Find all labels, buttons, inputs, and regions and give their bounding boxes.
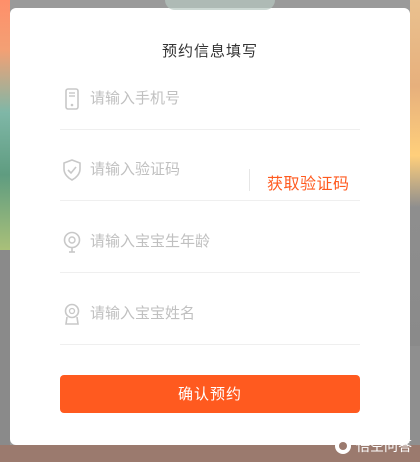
birthday-field: [60, 213, 360, 273]
background-left-bottom: [0, 250, 10, 462]
code-field: 获取验证码: [60, 141, 360, 201]
code-divider: [249, 169, 250, 191]
name-underline: [60, 344, 360, 345]
name-field: [60, 285, 360, 345]
phone-field: [60, 70, 360, 130]
watermark: 悟空问答: [335, 436, 412, 456]
code-underline: [60, 200, 360, 201]
background-left-top: [0, 0, 10, 250]
appointment-form-card: 预约信息填写 获取验证码: [10, 0, 410, 445]
birthday-input[interactable]: [90, 232, 270, 250]
wukong-logo-icon: [335, 438, 351, 454]
form-title: 预约信息填写: [161, 42, 258, 60]
name-input[interactable]: [90, 304, 270, 322]
phone-underline: [60, 129, 360, 130]
shield-check-icon: [63, 159, 81, 181]
birthday-underline: [60, 272, 360, 273]
phone-icon: [65, 88, 79, 110]
balloon-icon: [63, 231, 81, 253]
confirm-appointment-button[interactable]: 确认预约: [60, 375, 360, 413]
badge-icon: [64, 303, 80, 325]
background-right-top: [410, 0, 420, 346]
watermark-text: 悟空问答: [356, 439, 412, 455]
get-code-button[interactable]: 获取验证码: [267, 170, 350, 194]
code-input[interactable]: [90, 160, 270, 178]
decorative-blob: [165, 0, 275, 10]
phone-input[interactable]: [90, 89, 270, 107]
